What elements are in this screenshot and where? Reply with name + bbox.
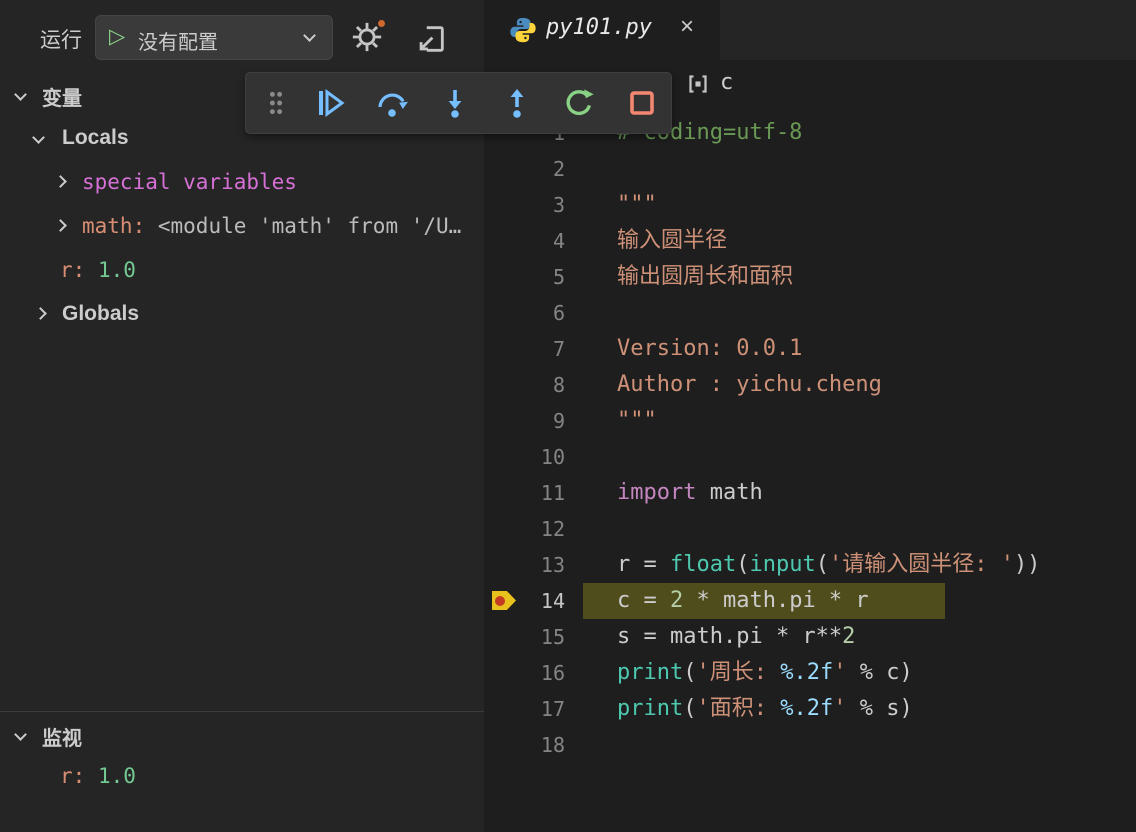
- panel-divider[interactable]: [0, 711, 484, 712]
- code-line[interactable]: 15 s = math.pi * r**2: [484, 619, 1136, 655]
- code-line[interactable]: 4 输入圆半径: [484, 223, 1136, 259]
- code-line[interactable]: 8 Author : yichu.cheng: [484, 367, 1136, 403]
- debug-config-value: 没有配置: [138, 26, 218, 55]
- code-text: 输入圆半径: [617, 223, 727, 259]
- code-text: c = 2 * math.pi * r: [617, 583, 869, 619]
- scope-label: Locals: [62, 120, 129, 156]
- continue-button[interactable]: [311, 83, 349, 123]
- tab-title: py101.py: [546, 15, 652, 40]
- variable-value: <module 'math' from '/U…: [158, 214, 461, 238]
- close-icon[interactable]: ×: [680, 13, 694, 41]
- watch-value: 1.0: [98, 764, 136, 788]
- code-text: """: [617, 403, 657, 439]
- step-out-button[interactable]: [498, 83, 536, 123]
- debug-config-dropdown[interactable]: ▷ 没有配置: [95, 15, 333, 60]
- line-number[interactable]: 8: [484, 367, 565, 403]
- tree-item-r[interactable]: r: 1.0: [0, 252, 484, 288]
- chevron-right-icon[interactable]: [54, 219, 67, 232]
- tree-item-special-variables[interactable]: special variables: [0, 164, 484, 200]
- start-debug-icon[interactable]: ▷: [109, 24, 125, 50]
- chevron-right-icon[interactable]: [54, 175, 67, 188]
- code-text: print('周长: %.2f' % c): [617, 655, 913, 691]
- run-header: 运行 ▷ 没有配置: [0, 0, 484, 76]
- tab-py101[interactable]: py101.py ×: [484, 0, 720, 60]
- breadcrumb-symbol[interactable]: c: [720, 70, 733, 95]
- code-text: print('面积: %.2f' % s): [617, 691, 913, 727]
- debug-console-icon[interactable]: [414, 22, 450, 58]
- run-label: 运行: [40, 24, 82, 54]
- code-text: Version: 0.0.1: [617, 331, 802, 367]
- stop-button[interactable]: [623, 83, 661, 123]
- tab-bar: py101.py ×: [484, 0, 1136, 60]
- code-line[interactable]: 12: [484, 511, 1136, 547]
- line-number[interactable]: 7: [484, 331, 565, 367]
- code-line[interactable]: 17 print('面积: %.2f' % s): [484, 691, 1136, 727]
- variables-section-title: 变量: [42, 82, 82, 111]
- symbol-icon: [686, 72, 710, 101]
- code-line[interactable]: 18: [484, 727, 1136, 763]
- watch-section-header[interactable]: 监视: [0, 718, 484, 752]
- watch-name: r:: [60, 764, 85, 788]
- line-number[interactable]: 6: [484, 295, 565, 331]
- line-number[interactable]: 11: [484, 475, 565, 511]
- code-line[interactable]: 13 r = float(input('请输入圆半径: ')): [484, 547, 1136, 583]
- code-line[interactable]: 3 """: [484, 187, 1136, 223]
- debug-toolbar: [245, 72, 672, 134]
- line-number[interactable]: 2: [484, 151, 565, 187]
- line-number[interactable]: 18: [484, 727, 565, 763]
- line-number[interactable]: 16: [484, 655, 565, 691]
- watch-section-title: 监视: [42, 722, 82, 751]
- chevron-down-icon[interactable]: [14, 88, 27, 101]
- code-text: Author : yichu.cheng: [617, 367, 882, 403]
- step-into-button[interactable]: [436, 83, 474, 123]
- watch-item-r[interactable]: r: 1.0: [0, 758, 484, 794]
- tree-item-math[interactable]: math: <module 'math' from '/U…: [0, 208, 484, 244]
- line-number[interactable]: 9: [484, 403, 565, 439]
- python-icon: [508, 15, 538, 50]
- code-text: r = float(input('请输入圆半径: ')): [617, 547, 1040, 583]
- gear-icon[interactable]: [350, 20, 390, 60]
- step-over-button[interactable]: [373, 83, 411, 123]
- chevron-down-icon[interactable]: [32, 131, 45, 144]
- line-number[interactable]: 3: [484, 187, 565, 223]
- line-number[interactable]: 17: [484, 691, 565, 727]
- chevron-down-icon: [303, 29, 316, 42]
- drag-handle[interactable]: [264, 88, 287, 118]
- group-label: special variables: [82, 164, 297, 200]
- code-line[interactable]: 11 import math: [484, 475, 1136, 511]
- code-line[interactable]: 14c = 2 * math.pi * r: [484, 583, 1136, 619]
- code-line[interactable]: 5 输出圆周长和面积: [484, 259, 1136, 295]
- code-line[interactable]: 2: [484, 151, 1136, 187]
- code-text: 输出圆周长和面积: [617, 259, 793, 295]
- restart-button[interactable]: [560, 83, 598, 123]
- line-number[interactable]: 5: [484, 259, 565, 295]
- line-number[interactable]: 12: [484, 511, 565, 547]
- code-line[interactable]: 7 Version: 0.0.1: [484, 331, 1136, 367]
- code-text: s = math.pi * r**2: [617, 619, 855, 655]
- code-text: import math: [617, 475, 763, 511]
- line-number[interactable]: 4: [484, 223, 565, 259]
- line-number[interactable]: 10: [484, 439, 565, 475]
- tree-item-globals[interactable]: Globals: [0, 296, 484, 332]
- code-line[interactable]: 9 """: [484, 403, 1136, 439]
- code-lines: 1# coding=utf-823"""4输入圆半径5输出圆周长和面积67Ver…: [484, 115, 1136, 763]
- chevron-down-icon[interactable]: [14, 728, 27, 741]
- code-text: """: [617, 187, 657, 223]
- notification-dot: [376, 18, 387, 29]
- chevron-right-icon[interactable]: [34, 307, 47, 320]
- variable-value: 1.0: [98, 258, 136, 282]
- code-line[interactable]: 16 print('周长: %.2f' % c): [484, 655, 1136, 691]
- line-number[interactable]: 15: [484, 619, 565, 655]
- code-line[interactable]: 10: [484, 439, 1136, 475]
- variable-name: math:: [82, 214, 145, 238]
- code-line[interactable]: 6: [484, 295, 1136, 331]
- variable-name: r:: [60, 258, 85, 282]
- line-number[interactable]: 13: [484, 547, 565, 583]
- scope-label: Globals: [62, 296, 139, 332]
